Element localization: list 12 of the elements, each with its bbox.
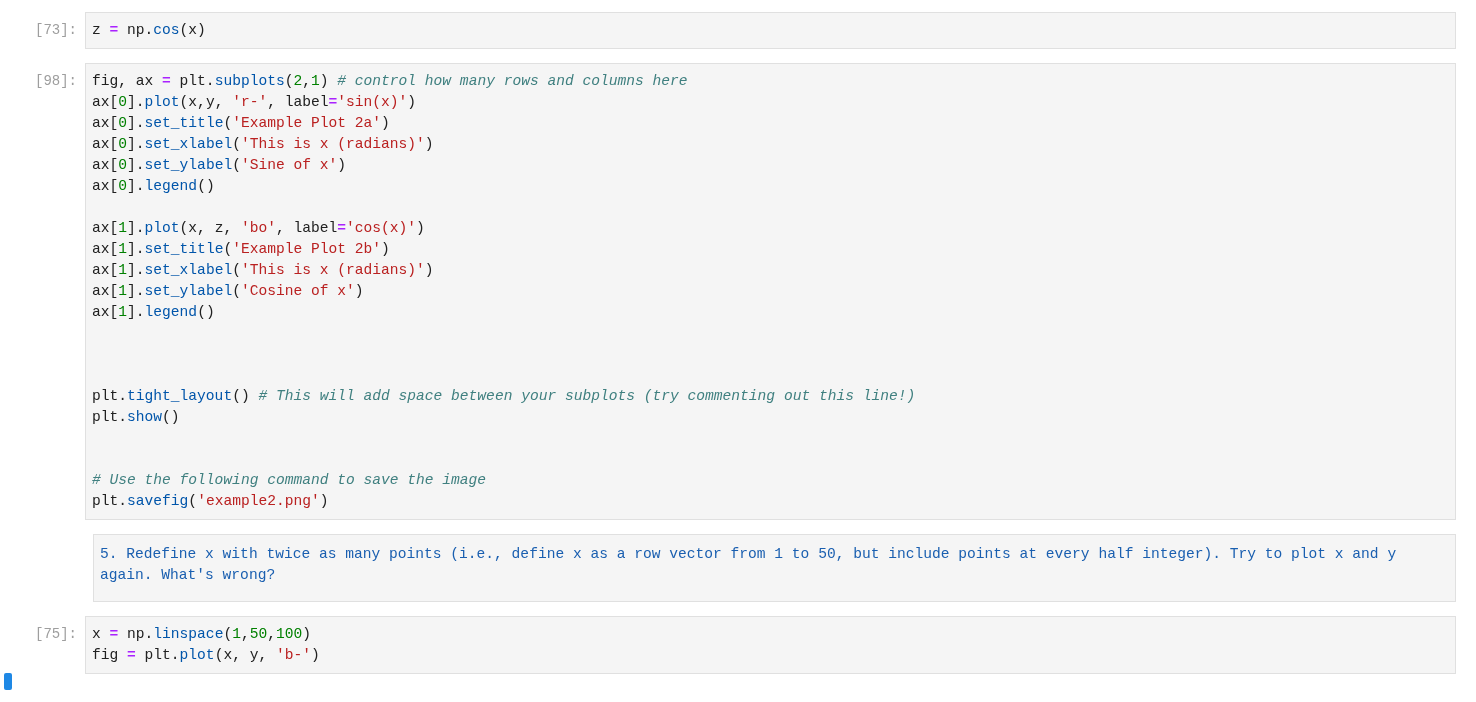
markdown-text: 5. Redefine x with twice as many points (i.e., define x as a row vector from 1 to 50, but include points at every half integer). Try to plot x and y again. What's wrong? (100, 545, 1398, 585)
code-cell[interactable]: x = np.linspace(1,50,100) fig = plt.plot(x, y, 'b-') (85, 616, 1456, 674)
code-text: fig, ax = plt.subplots(2,1) # control how many rows and columns here ax[0].plot(x,y, 'r-', label='sin(x)') ax[0].set_title('Example Plot 2a') ax[0].set_xlabel('This is x (radians)') ax[0].set_ylabel('Sine of x') ax[0].legend() ax[1].plot(x, z, 'bo', label='cos(x)') ax[1].set_title('Example Plot 2b') ax[1].set_xlabel('This is x (radians)') ax[1].set_ylabel('Cosine of x') ax[1].legend() plt.tight_layout() # This will add space between your subplots (try commenting out this line!) plt.show() # Use the following command to save the image plt.savefig('example2.png') (92, 72, 917, 511)
code-text: x = np.linspace(1,50,100) fig = plt.plot(x, y, 'b-') (92, 625, 321, 665)
code-cell[interactable] (85, 63, 1456, 520)
code-cell[interactable]: z = np.cos(x) (85, 12, 1456, 49)
active-cell-marker (4, 673, 12, 690)
markdown-cell[interactable]: 5. Redefine x with twice as many points (i.e., define x as a row vector from 1 to 50, but include points at every half integer). Try to plot x and y again. What's wrong? (93, 534, 1456, 602)
cell-prompt: [73]: (34, 21, 78, 40)
cell-prompt: [98]: (34, 72, 78, 91)
cell-prompt: [75]: (34, 625, 78, 644)
code-text: z = np.cos(x) (92, 21, 207, 40)
